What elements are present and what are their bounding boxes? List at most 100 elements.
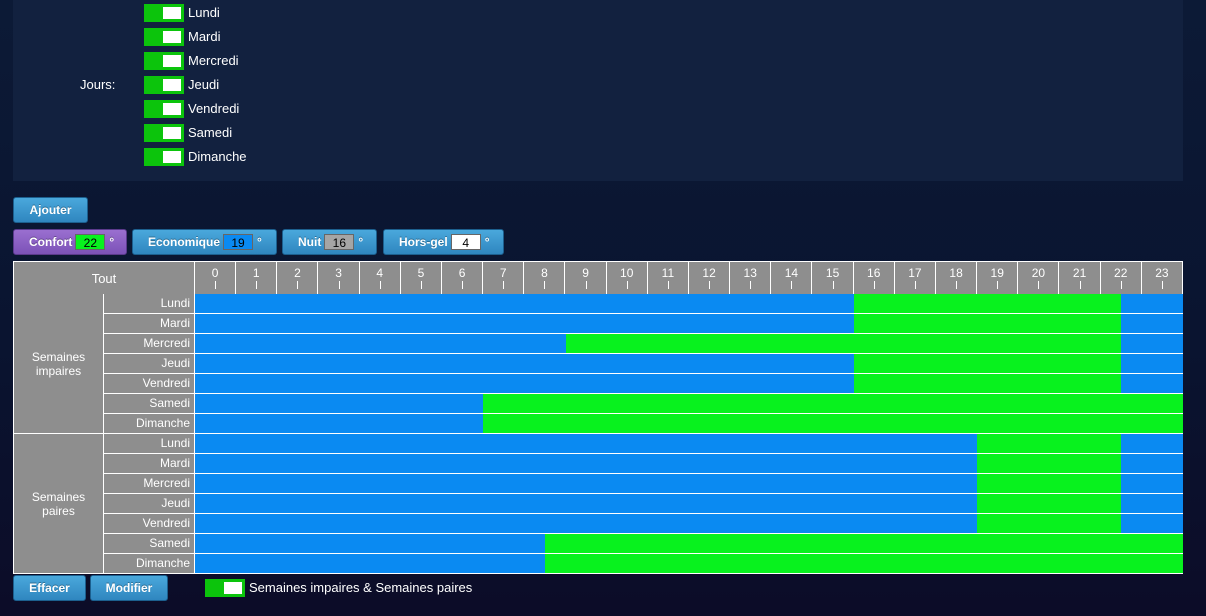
mode-temperature-input[interactable]: 16 xyxy=(324,234,355,250)
confort-segment[interactable] xyxy=(544,534,1183,553)
schedule-row[interactable] xyxy=(195,314,1183,334)
schedule-day-label[interactable]: Jeudi xyxy=(104,354,195,374)
confort-segment[interactable] xyxy=(977,434,1122,453)
schedule-row[interactable] xyxy=(195,534,1183,554)
schedule-row[interactable] xyxy=(195,414,1183,434)
days-label: Jours: xyxy=(80,77,116,92)
hour-header[interactable]: 22 xyxy=(1101,262,1142,294)
hour-header[interactable]: 7 xyxy=(483,262,525,294)
hour-header[interactable]: 9 xyxy=(566,262,607,294)
confort-segment[interactable] xyxy=(853,314,1122,333)
hour-header[interactable]: 2 xyxy=(277,262,319,294)
mode-button-confort[interactable]: Confort 22 ° xyxy=(13,229,127,255)
schedule-row[interactable] xyxy=(195,334,1183,354)
mode-temperature-input[interactable]: 22 xyxy=(75,234,106,250)
day-toggle-row[interactable]: Lundi xyxy=(144,3,220,22)
week-group-label[interactable]: Semaines impaires xyxy=(14,294,104,434)
hour-header[interactable]: 14 xyxy=(771,262,813,294)
week-group-label[interactable]: Semaines paires xyxy=(14,434,104,574)
schedule-row[interactable] xyxy=(195,454,1183,474)
schedule-day-label[interactable]: Vendredi xyxy=(104,514,195,534)
day-toggle-row[interactable]: Vendredi xyxy=(144,99,239,118)
hour-header[interactable]: 4 xyxy=(360,262,401,294)
toggle-knob xyxy=(163,126,181,139)
mode-temperature-input[interactable]: 19 xyxy=(223,234,254,250)
hour-header[interactable]: 6 xyxy=(442,262,484,294)
hour-header[interactable]: 18 xyxy=(936,262,978,294)
hour-header[interactable]: 16 xyxy=(854,262,895,294)
schedule-row[interactable] xyxy=(195,474,1183,494)
hour-header[interactable]: 12 xyxy=(689,262,731,294)
hour-header[interactable]: 11 xyxy=(648,262,689,294)
confort-segment[interactable] xyxy=(977,494,1122,513)
schedule-row[interactable] xyxy=(195,294,1183,314)
hour-header[interactable]: 13 xyxy=(730,262,772,294)
mode-button-nuit[interactable]: Nuit 16 ° xyxy=(282,229,377,255)
hour-header[interactable]: 23 xyxy=(1142,262,1183,294)
schedule-row[interactable] xyxy=(195,514,1183,534)
hour-header[interactable]: 8 xyxy=(524,262,566,294)
day-toggle-row[interactable]: Mercredi xyxy=(144,51,239,70)
add-button[interactable]: Ajouter xyxy=(13,197,88,223)
schedule-day-label[interactable]: Vendredi xyxy=(104,374,195,394)
day-toggle-row[interactable]: Mardi xyxy=(144,27,221,46)
day-toggle-switch[interactable] xyxy=(144,147,184,166)
degree-unit: ° xyxy=(257,235,262,249)
schedule-day-label[interactable]: Dimanche xyxy=(104,554,195,574)
confort-segment[interactable] xyxy=(565,334,1122,353)
day-toggle-switch[interactable] xyxy=(144,123,184,142)
schedule-day-label[interactable]: Jeudi xyxy=(104,494,195,514)
hour-header[interactable]: 0 xyxy=(195,262,237,294)
day-toggle-row[interactable]: Dimanche xyxy=(144,147,247,166)
schedule-row[interactable] xyxy=(195,354,1183,374)
schedule-day-label[interactable]: Samedi xyxy=(104,534,195,554)
schedule-row[interactable] xyxy=(195,434,1183,454)
toggle-knob xyxy=(224,582,242,594)
mode-button-horsgel[interactable]: Hors-gel 4 ° xyxy=(383,229,504,255)
day-toggle-switch[interactable] xyxy=(144,75,184,94)
hour-header[interactable]: 10 xyxy=(607,262,648,294)
clear-button[interactable]: Effacer xyxy=(13,575,86,601)
mode-button-economique[interactable]: Economique 19 ° xyxy=(132,229,277,255)
schedule-day-label[interactable]: Mardi xyxy=(104,454,195,474)
day-toggle-switch[interactable] xyxy=(144,51,184,70)
schedule-row[interactable] xyxy=(195,554,1183,574)
confort-segment[interactable] xyxy=(853,294,1122,313)
confort-segment[interactable] xyxy=(544,554,1183,573)
hour-header[interactable]: 15 xyxy=(813,262,854,294)
schedule-day-label[interactable]: Lundi xyxy=(104,294,195,314)
hour-header[interactable]: 3 xyxy=(319,262,360,294)
schedule-day-label[interactable]: Mercredi xyxy=(104,334,195,354)
schedule-day-label[interactable]: Samedi xyxy=(104,394,195,414)
confort-segment[interactable] xyxy=(853,354,1122,373)
confort-segment[interactable] xyxy=(977,474,1122,493)
weeks-toggle-switch[interactable] xyxy=(205,579,245,597)
hour-header[interactable]: 5 xyxy=(401,262,442,294)
schedule-day-label[interactable]: Mardi xyxy=(104,314,195,334)
schedule-row[interactable] xyxy=(195,374,1183,394)
hour-header[interactable]: 17 xyxy=(895,262,936,294)
modify-button[interactable]: Modifier xyxy=(90,575,168,601)
schedule-day-label[interactable]: Dimanche xyxy=(104,414,195,434)
schedule-row[interactable] xyxy=(195,494,1183,514)
confort-segment[interactable] xyxy=(483,394,1183,413)
day-toggle-switch[interactable] xyxy=(144,27,184,46)
day-toggle-row[interactable]: Samedi xyxy=(144,123,232,142)
day-toggle-switch[interactable] xyxy=(144,99,184,118)
weeks-toggle[interactable] xyxy=(205,579,245,602)
hour-header[interactable]: 19 xyxy=(977,262,1019,294)
schedule-day-label[interactable]: Mercredi xyxy=(104,474,195,494)
hour-header[interactable]: 20 xyxy=(1018,262,1060,294)
schedule-row[interactable] xyxy=(195,394,1183,414)
confort-segment[interactable] xyxy=(853,374,1122,393)
confort-segment[interactable] xyxy=(483,414,1183,433)
confort-segment[interactable] xyxy=(977,514,1122,533)
day-toggle-switch[interactable] xyxy=(144,3,184,22)
mode-temperature-input[interactable]: 4 xyxy=(450,234,481,250)
hour-header[interactable]: 1 xyxy=(236,262,278,294)
select-all-header[interactable]: Tout xyxy=(14,262,195,294)
day-toggle-row[interactable]: Jeudi xyxy=(144,75,219,94)
hour-header[interactable]: 21 xyxy=(1060,262,1101,294)
schedule-day-label[interactable]: Lundi xyxy=(104,434,195,454)
confort-segment[interactable] xyxy=(977,454,1122,473)
